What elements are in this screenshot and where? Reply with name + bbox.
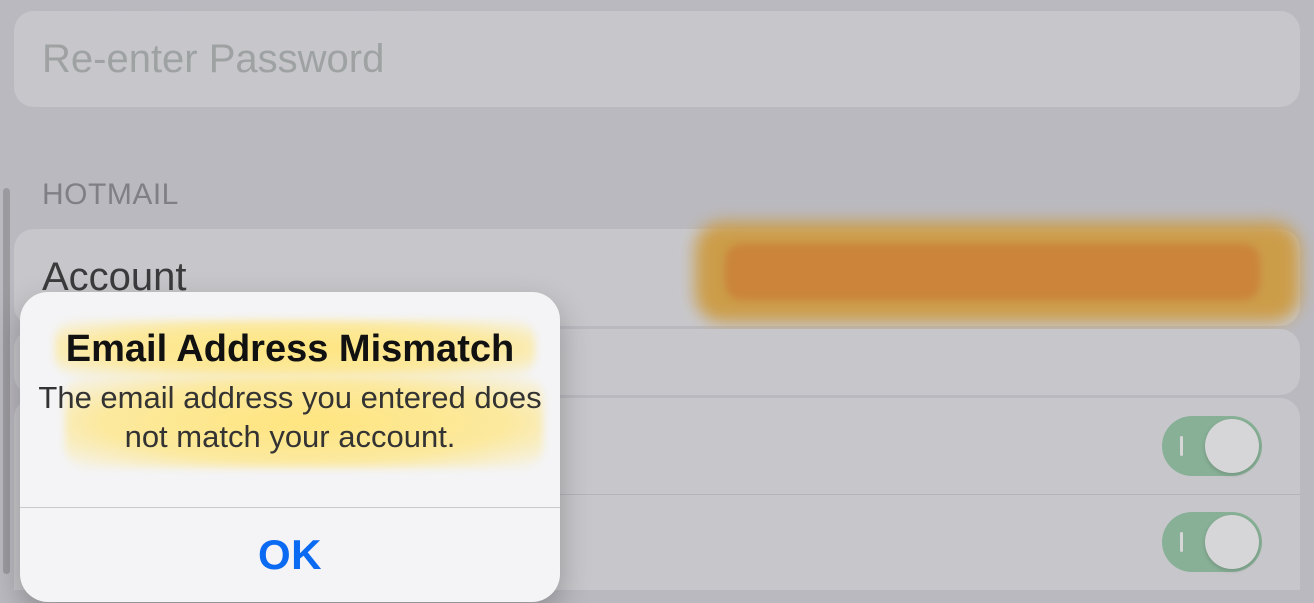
alert-body: Email Address Mismatch The email address… [20, 292, 560, 507]
toggle-switch-2[interactable] [1162, 512, 1262, 572]
toggle-on-indicator [1180, 436, 1183, 456]
toggle-knob [1205, 419, 1259, 473]
alert-message: The email address you entered does not m… [38, 379, 542, 457]
password-input[interactable]: Re-enter Password [42, 37, 384, 82]
redacted-account-value [695, 222, 1300, 322]
toggle-switch-1[interactable] [1162, 416, 1262, 476]
alert-dialog: Email Address Mismatch The email address… [20, 292, 560, 602]
password-row[interactable]: Re-enter Password [14, 11, 1300, 107]
scroll-indicator[interactable] [3, 188, 10, 574]
ok-button[interactable]: OK [20, 508, 560, 602]
toggle-knob [1205, 515, 1259, 569]
section-header-hotmail: HOTMAIL [42, 178, 179, 212]
toggle-on-indicator [1180, 532, 1183, 552]
alert-title: Email Address Mismatch [38, 328, 542, 371]
password-placeholder-text: Re-enter Password [42, 37, 384, 81]
